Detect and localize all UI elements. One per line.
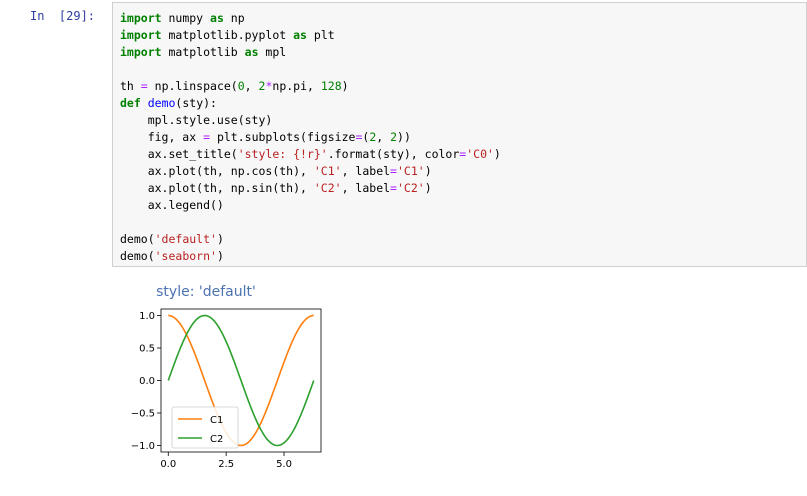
code-token: as xyxy=(210,11,224,25)
code-token: ax.set_title( xyxy=(120,147,238,161)
code-token: numpy xyxy=(161,11,211,25)
code-line: ax.plot(th, np.cos(th), 'C1', label='C1'… xyxy=(120,164,432,178)
code-token: np.linspace( xyxy=(147,79,238,93)
code-token: 'C2' xyxy=(313,181,342,195)
y-tick-label: 0.0 xyxy=(139,376,155,387)
code-token: demo( xyxy=(120,249,155,263)
code-token: matplotlib xyxy=(161,45,245,59)
code-token: np xyxy=(223,11,245,25)
code-line: import matplotlib as mpl xyxy=(120,45,286,59)
y-tick-label: 0.5 xyxy=(139,344,155,355)
code-token: ax.legend() xyxy=(120,198,224,212)
code-token: demo( xyxy=(120,232,155,246)
code-token: np.pi, xyxy=(272,79,321,93)
y-tick-label: −1.0 xyxy=(131,441,155,452)
legend-box xyxy=(171,406,239,449)
code-token: 'default' xyxy=(154,232,217,246)
code-token: th xyxy=(120,79,141,93)
code-token: ) xyxy=(424,164,432,178)
legend-label-c1: C1 xyxy=(210,415,223,426)
code-line: fig, ax = plt.subplots(figsize=(2, 2)) xyxy=(120,130,411,144)
code-token: fig, ax xyxy=(120,130,204,144)
code-token: , xyxy=(376,130,391,144)
code-token: 'C1' xyxy=(313,164,342,178)
code-token: plt.subplots(figsize xyxy=(210,130,356,144)
code-editor[interactable]: import numpy as np import matplotlib.pyp… xyxy=(120,10,501,265)
code-token: as xyxy=(244,45,259,59)
plot-area: 0.0 2.5 5.0 1.0 0.5 0.0 −0.5 −1.0 C1 C2 xyxy=(131,308,322,470)
code-token: , label xyxy=(341,164,391,178)
code-line: import matplotlib.pyplot as plt xyxy=(120,28,335,42)
code-token: 'C1' xyxy=(396,164,425,178)
code-token: ) xyxy=(216,232,224,246)
code-token: 0 xyxy=(237,79,245,93)
code-token: mpl xyxy=(258,45,287,59)
code-line: ax.set_title('style: {!r}'.format(sty), … xyxy=(120,147,501,161)
code-token: (sty): xyxy=(175,96,217,110)
code-line: demo('default') xyxy=(120,232,224,246)
code-token: ax.plot(th, np.sin(th), xyxy=(120,181,314,195)
x-tick-label: 2.5 xyxy=(218,459,234,470)
code-token: def xyxy=(120,96,141,110)
x-tick-label: 0.0 xyxy=(160,459,176,470)
code-token: 128 xyxy=(320,79,342,93)
code-line: ax.plot(th, np.sin(th), 'C2', label='C2'… xyxy=(120,181,432,195)
code-token: = xyxy=(140,79,148,93)
code-token: = xyxy=(390,181,397,195)
code-line: def demo(sty): xyxy=(120,96,217,110)
code-token: 'seaborn' xyxy=(154,249,217,263)
code-token: plt xyxy=(306,28,335,42)
code-token: as xyxy=(293,28,307,42)
code-token: , xyxy=(244,79,259,93)
code-token: ) xyxy=(216,249,224,263)
code-token: 'style: {!r}' xyxy=(237,147,328,161)
code-token: 'C2' xyxy=(396,181,425,195)
code-token: .format(sty), color xyxy=(327,147,460,161)
code-token: import xyxy=(120,45,162,59)
code-token: ) xyxy=(493,147,501,161)
cell-prompt: In [29]: xyxy=(30,9,96,23)
code-token: ax.plot(th, np.cos(th), xyxy=(120,164,314,178)
code-token: = xyxy=(390,164,397,178)
code-line: import numpy as np xyxy=(120,11,245,25)
code-token: demo xyxy=(147,96,176,110)
code-token: ) xyxy=(424,181,432,195)
code-line: th = np.linspace(0, 2*np.pi, 128) xyxy=(120,79,349,93)
chart-figure: style: 'default' 0.0 2.5 5.0 1.0 0.5 0.0 −0.5 −… xyxy=(131,284,322,470)
code-token: 2 xyxy=(390,130,398,144)
code-line: demo('seaborn') xyxy=(120,249,224,263)
code-token: 'C0' xyxy=(466,147,494,161)
code-cell-input[interactable]: import numpy as np import matplotlib.pyp… xyxy=(112,2,807,267)
code-token: ) xyxy=(341,79,349,93)
y-tick-label: 1.0 xyxy=(139,311,155,322)
code-line: ax.legend() xyxy=(120,198,224,212)
x-tick-label: 5.0 xyxy=(276,459,292,470)
code-token: = xyxy=(203,130,211,144)
y-tick-label: −0.5 xyxy=(131,409,155,420)
code-token: matplotlib.pyplot xyxy=(161,28,294,42)
cell-output: style: 'default' 0.0 2.5 5.0 1.0 0.5 0.0 −0.5 −… xyxy=(118,278,338,493)
code-line: mpl.style.use(sty) xyxy=(120,113,273,127)
code-token: )) xyxy=(397,130,411,144)
chart-title: style: 'default' xyxy=(156,284,256,300)
legend-label-c2: C2 xyxy=(210,434,223,445)
code-token: import xyxy=(120,11,162,25)
code-token: , label xyxy=(341,181,391,195)
code-token: import xyxy=(120,28,162,42)
code-token: mpl.style.use(sty) xyxy=(120,113,273,127)
